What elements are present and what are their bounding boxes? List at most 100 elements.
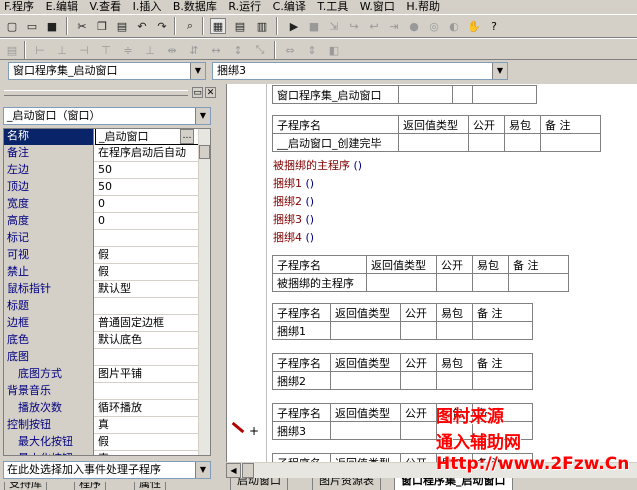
property-row[interactable]: 播放次数 循环播放 [4, 400, 210, 417]
chevron-down-icon[interactable]: ▼ [492, 63, 507, 79]
property-value[interactable]: 默认底色 [95, 332, 199, 349]
property-row[interactable]: 控制按钮真 [4, 417, 210, 434]
bring-front-icon[interactable]: ◧ [326, 42, 342, 58]
assembly-select[interactable]: 窗口程序集_启动窗口 ▼ [8, 62, 206, 80]
help-pointer-icon[interactable]: ? [486, 18, 502, 34]
cut-icon[interactable]: ✂ [74, 18, 90, 34]
center-horizontal-icon[interactable]: ⇹ [164, 42, 180, 58]
property-row[interactable]: 顶边 50 [4, 179, 210, 196]
tab-window-assembly[interactable]: 窗口程序集_启动窗口 [394, 478, 513, 490]
property-value[interactable]: 假 [95, 434, 199, 451]
panel-grip[interactable] [4, 90, 188, 96]
menu-run[interactable]: R.运行 [224, 1, 265, 13]
property-row[interactable]: 背景音乐 [4, 383, 210, 400]
property-value[interactable]: 真 [95, 417, 199, 434]
debug-icon[interactable]: ◐ [446, 18, 462, 34]
scroll-thumb[interactable] [242, 463, 254, 478]
step-over-icon[interactable]: ↪ [346, 18, 362, 34]
property-value[interactable] [95, 349, 199, 366]
code-line[interactable]: 被捆绑的主程序 () [273, 158, 362, 174]
step-out-icon[interactable]: ↩ [366, 18, 382, 34]
property-row[interactable]: 底图 [4, 349, 210, 366]
save-icon[interactable]: ■ [44, 18, 60, 34]
subroutine-select[interactable]: 捆绑3 ▼ [212, 62, 508, 80]
menu-tools[interactable]: T.工具 [313, 1, 352, 13]
hand-icon[interactable]: ✋ [466, 18, 482, 34]
property-value[interactable]: 在程序启动后自动 [95, 145, 199, 162]
panel-splitter[interactable] [218, 84, 226, 490]
property-row[interactable]: 鼠标指针 默认型 [4, 281, 210, 298]
property-value[interactable]: 默认型 [95, 281, 199, 298]
new-file-icon[interactable]: ▢ [4, 18, 20, 34]
undo-icon[interactable]: ↶ [134, 18, 150, 34]
chevron-down-icon[interactable]: ▼ [195, 108, 210, 124]
property-row[interactable]: 底色 默认底色 [4, 332, 210, 349]
property-row[interactable]: 最大化按钮假 [4, 434, 210, 451]
property-row[interactable]: 名称 _启动窗口… [4, 129, 210, 145]
grid-icon[interactable]: ▤ [4, 42, 20, 58]
scroll-left-icon[interactable]: ◀ [226, 463, 241, 478]
property-row[interactable]: 备注 在程序启动后自动 [4, 145, 210, 162]
layout2-icon[interactable]: ▤ [232, 18, 248, 34]
layout1-icon[interactable]: ▦ [210, 18, 226, 34]
property-value[interactable]: 假 [95, 264, 199, 281]
copy-icon[interactable]: ❐ [94, 18, 110, 34]
property-row[interactable]: 标题 [4, 298, 210, 315]
menu-compile[interactable]: C.编译 [269, 1, 310, 13]
property-row[interactable]: 高度 0 [4, 213, 210, 230]
same-width-icon[interactable]: ↔ [208, 42, 224, 58]
sub-name-cell[interactable]: __启动窗口_创建完毕 [272, 133, 399, 152]
align-left-icon[interactable]: ⊢ [32, 42, 48, 58]
property-value[interactable]: 50 [95, 162, 199, 179]
property-value[interactable]: 0 [95, 196, 199, 213]
code-line[interactable]: 捆绑4 () [273, 230, 314, 246]
object-select[interactable]: _启动窗口（窗口） ▼ [3, 107, 211, 125]
sub-name-cell[interactable]: 捆绑1 [272, 321, 331, 340]
property-value[interactable]: 图片平铺 [95, 366, 199, 383]
property-scrollbar[interactable] [198, 129, 210, 455]
property-value[interactable]: 普通固定边框 [95, 315, 199, 332]
scroll-thumb[interactable] [199, 145, 210, 159]
menu-insert[interactable]: I.插入 [129, 1, 166, 13]
tab-startup-window[interactable]: 启动窗口 [230, 478, 288, 490]
center-vertical-icon[interactable]: ⇵ [186, 42, 202, 58]
tab-image-resources[interactable]: 图片资源表 [312, 478, 381, 490]
pin-icon[interactable]: ▭ [192, 87, 203, 98]
property-value[interactable]: 循环播放 [95, 400, 199, 417]
property-row[interactable]: 最小化按钮真 [4, 451, 210, 455]
space-horizontal-icon[interactable]: ⇔ [282, 42, 298, 58]
watch-icon[interactable]: ◎ [426, 18, 442, 34]
property-value[interactable]: 真 [95, 451, 199, 455]
sub-name-cell[interactable]: 捆绑3 [272, 421, 331, 440]
run-to-cursor-icon[interactable]: ⇥ [386, 18, 402, 34]
property-row[interactable]: 禁止假 [4, 264, 210, 281]
align-top-icon[interactable]: ⊤ [98, 42, 114, 58]
code-line[interactable]: 捆绑1 () [273, 176, 314, 192]
sub-name-cell[interactable]: 被捆绑的主程序 [272, 273, 367, 292]
property-row[interactable]: 标记 [4, 230, 210, 247]
space-vertical-icon[interactable]: ⇕ [304, 42, 320, 58]
editor-horizontal-scrollbar[interactable]: ◀ [226, 462, 637, 478]
align-middle-icon[interactable]: ≑ [120, 42, 136, 58]
chevron-down-icon[interactable]: ▼ [195, 462, 210, 478]
property-value[interactable] [95, 298, 199, 315]
ellipsis-button[interactable]: … [180, 129, 194, 144]
property-value[interactable]: 0 [95, 213, 199, 230]
redo-icon[interactable]: ↷ [154, 18, 170, 34]
assembly-name-cell[interactable]: 窗口程序集_启动窗口 [272, 85, 399, 104]
open-folder-icon[interactable]: ▭ [24, 18, 40, 34]
property-row[interactable]: 宽度 0 [4, 196, 210, 213]
property-value[interactable] [95, 383, 199, 400]
align-right-icon[interactable]: ⊣ [76, 42, 92, 58]
tab-support-library[interactable]: 支持库 [4, 482, 47, 490]
close-icon[interactable]: ✕ [205, 87, 216, 98]
property-row[interactable]: 可视假 [4, 247, 210, 264]
menu-edit[interactable]: E.编辑 [42, 1, 82, 13]
align-bottom-icon[interactable]: ⊥ [142, 42, 158, 58]
sub-name-cell[interactable]: 捆绑2 [272, 371, 331, 390]
property-value[interactable]: 50 [95, 179, 199, 196]
align-center-icon[interactable]: ⊥ [54, 42, 70, 58]
event-select[interactable]: 在此处选择加入事件处理子程序 ▼ [3, 461, 211, 479]
tab-properties[interactable]: 属性 [134, 482, 166, 490]
property-value[interactable]: 假 [95, 247, 199, 264]
